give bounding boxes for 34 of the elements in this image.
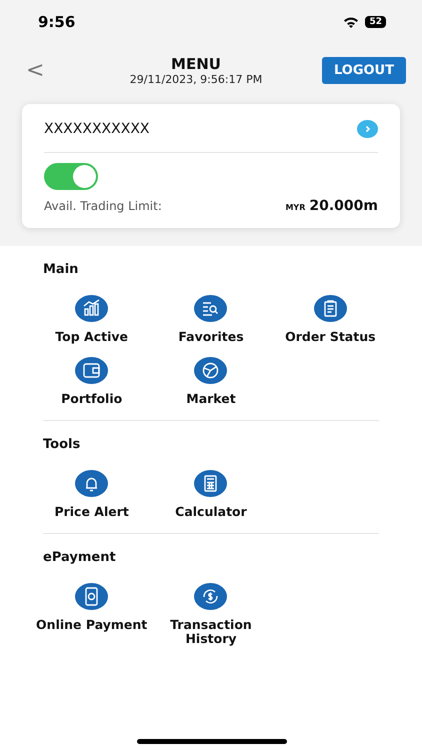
account-name: XXXXXXXXXXX [44, 121, 150, 137]
page-title: MENU [171, 54, 221, 72]
menu-item[interactable]: Online Payment [32, 583, 152, 646]
limit-value: 20.000m [309, 198, 378, 214]
status-time: 9:56 [38, 13, 76, 31]
back-button[interactable]: < [26, 58, 46, 82]
menu-item[interactable]: Calculator [151, 470, 271, 519]
calculator-icon [194, 470, 228, 497]
dollar-cycle-icon [194, 583, 228, 610]
logout-button[interactable]: LOGOUT [322, 56, 406, 84]
chart-icon [75, 295, 108, 322]
menu-item[interactable]: Market [151, 357, 271, 406]
clipboard-icon [314, 295, 347, 322]
wallet-icon [75, 357, 108, 384]
date-time: 29/11/2023, 9:56:17 PM [130, 72, 262, 86]
search-list-icon [194, 295, 228, 322]
menu-item[interactable]: Transaction History [151, 583, 271, 646]
menu-item[interactable]: Portfolio [32, 357, 152, 406]
menu-item[interactable]: Top Active [32, 295, 152, 344]
menu-item[interactable]: Favorites [151, 295, 271, 344]
section-title: ePayment [43, 550, 117, 565]
toggle-switch[interactable] [44, 163, 98, 190]
menu-item[interactable]: Order Status [270, 295, 390, 344]
phone-pay-icon [75, 583, 108, 610]
wifi-icon [343, 16, 360, 28]
battery-level: 52 [365, 16, 386, 28]
menu-item[interactable]: Price Alert [32, 470, 152, 519]
limit-label: Avail. Trading Limit: [44, 199, 162, 213]
section-title: Main [43, 262, 80, 277]
pie-icon [194, 357, 228, 384]
currency-label: MYR [285, 203, 306, 212]
chevron-right-icon[interactable] [357, 120, 378, 138]
section-title: Tools [43, 437, 82, 452]
bell-icon [75, 470, 108, 497]
